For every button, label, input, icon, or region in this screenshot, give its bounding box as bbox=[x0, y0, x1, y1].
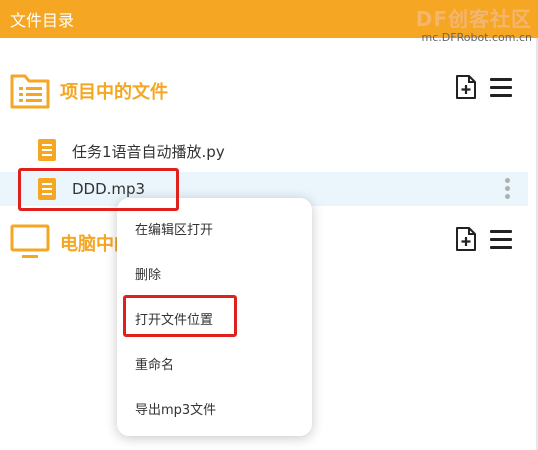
menu-item-delete[interactable]: 删除 bbox=[135, 264, 161, 283]
hamburger-menu-icon[interactable] bbox=[490, 78, 512, 98]
more-options-icon[interactable] bbox=[503, 178, 511, 202]
highlight-box-selected-file bbox=[18, 168, 179, 211]
menu-item-rename[interactable]: 重命名 bbox=[135, 354, 174, 373]
panel-title: 文件目录 bbox=[10, 11, 75, 30]
section-title: 项目中的文件 bbox=[60, 82, 168, 103]
highlight-box-open-file-location bbox=[123, 295, 237, 337]
watermark-brand: DF创客社区 bbox=[415, 7, 532, 31]
section-project-files: 项目中的文件 bbox=[0, 70, 538, 114]
folder-list-icon bbox=[10, 74, 50, 109]
monitor-icon bbox=[10, 224, 50, 258]
file-name: 任务1语音自动播放.py bbox=[72, 143, 225, 161]
add-file-icon[interactable] bbox=[454, 226, 478, 252]
document-icon bbox=[38, 139, 56, 161]
hamburger-menu-icon[interactable] bbox=[490, 230, 512, 250]
watermark-url: mc.DFRobot.com.cn bbox=[421, 31, 532, 44]
menu-item-open-in-editor[interactable]: 在编辑区打开 bbox=[135, 219, 213, 238]
file-row[interactable]: 任务1语音自动播放.py bbox=[0, 133, 528, 167]
add-file-icon[interactable] bbox=[454, 74, 478, 100]
menu-item-export-mp3[interactable]: 导出mp3文件 bbox=[135, 399, 216, 418]
